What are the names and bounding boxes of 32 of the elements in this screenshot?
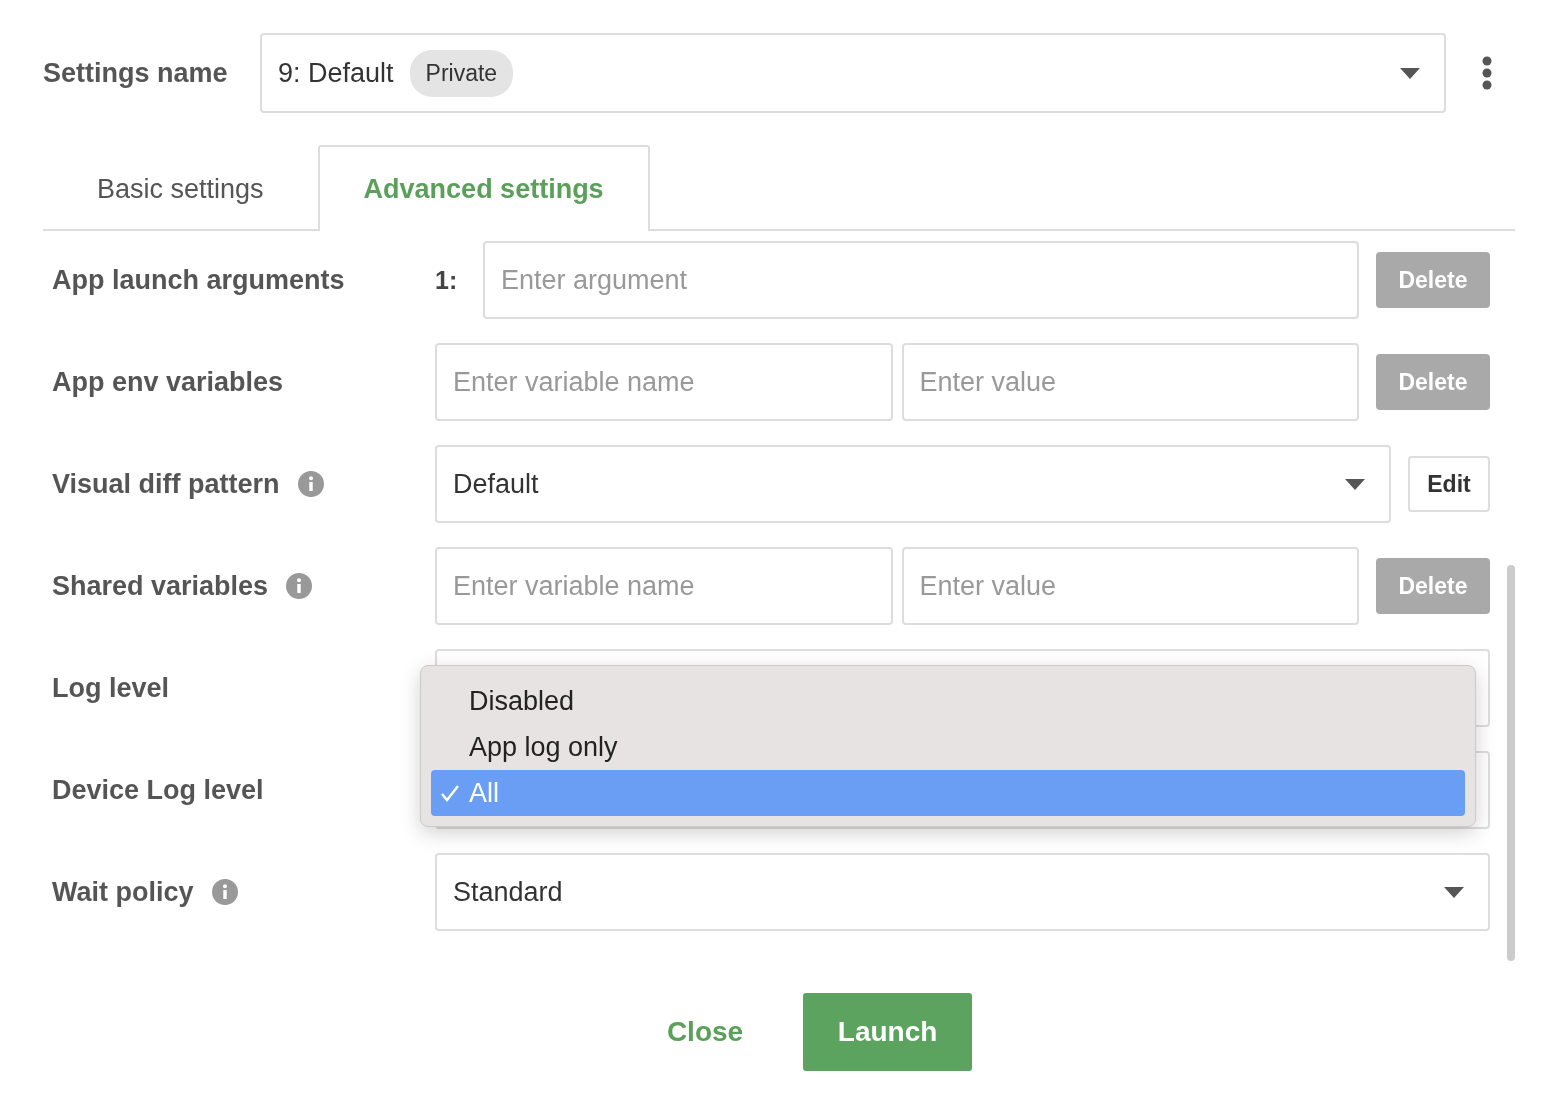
field-label: Device Log level (52, 774, 264, 806)
caret-icon (1400, 67, 1420, 79)
info-icon[interactable] (211, 879, 238, 905)
field-label: App launch arguments (52, 264, 345, 296)
settings-name-label: Settings name (43, 57, 229, 89)
variable-name-input[interactable]: Enter variable name (435, 547, 893, 625)
caret-icon (1444, 886, 1464, 898)
variable-value-input[interactable]: Enter value (901, 547, 1359, 625)
scrollbar[interactable] (1507, 565, 1515, 961)
more-options-icon[interactable] (1482, 56, 1492, 90)
checkmark-icon (440, 784, 460, 802)
field-label: Visual diff pattern (52, 468, 280, 500)
variable-name-input[interactable]: Enter variable name (435, 343, 893, 421)
field-label: App env variables (52, 366, 284, 398)
menu-option[interactable]: Disabled (431, 678, 1465, 724)
field-label: Log level (52, 672, 170, 704)
field-label: Wait policy (52, 876, 194, 908)
private-badge: Private (409, 49, 514, 97)
settings-value: 9: Default (278, 57, 394, 89)
info-icon[interactable] (297, 471, 324, 497)
argument-index: 1: (435, 265, 459, 295)
edit-button[interactable]: Edit (1408, 456, 1490, 512)
field-label: Shared variables (52, 570, 269, 602)
argument-input[interactable]: Enter argument (483, 241, 1359, 319)
tab[interactable]: Basic settings (43, 145, 318, 231)
select-field[interactable]: Default (435, 445, 1391, 523)
variable-value-input[interactable]: Enter value (901, 343, 1359, 421)
menu-option[interactable]: App log only (431, 724, 1465, 770)
settings-select[interactable]: 9: Default Private (260, 33, 1446, 113)
info-icon[interactable] (286, 573, 313, 599)
caret-icon (1345, 478, 1365, 490)
select-field[interactable]: Standard (435, 853, 1490, 931)
